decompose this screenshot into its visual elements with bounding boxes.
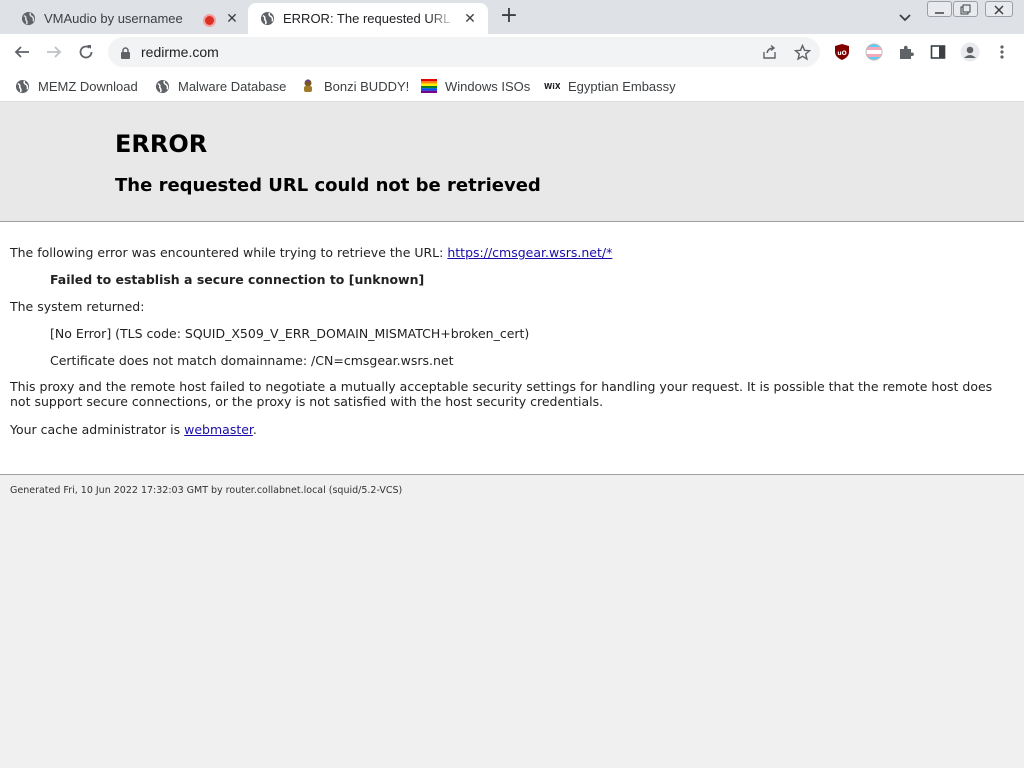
puzzle-icon[interactable] [896,42,916,62]
bookmark-windows-isos[interactable]: Windows ISOs [421,76,530,96]
forward-button[interactable] [42,40,66,64]
tab-error[interactable]: ERROR: The requested URL could not be re… [248,3,488,34]
rainbow-flag-icon [421,78,437,94]
svg-text:uO: uO [837,50,846,57]
error-header: ERROR The requested URL could not be ret… [0,102,1024,222]
generated-footer: Generated Fri, 10 Jun 2022 17:32:03 GMT … [10,485,403,496]
error-url-link[interactable]: https://cmsgear.wsrs.net/* [447,245,612,260]
bookmark-memz-download[interactable]: MEMZ Download [14,76,138,96]
wix-icon: WiX [544,78,560,94]
url-input[interactable] [141,42,741,62]
globe-icon [259,11,275,27]
intro-label: The following error was encountered whil… [10,245,444,260]
menu-icon[interactable] [992,42,1012,62]
forward-arrow-icon [47,46,62,58]
new-tab-button[interactable]: + [498,5,520,28]
page-content: ERROR The requested URL could not be ret… [0,102,1024,768]
ublock-icon[interactable]: uO [832,42,852,62]
explanation-text: This proxy and the remote host failed to… [10,379,993,409]
page-subtitle: The requested URL could not be retrieved [115,175,541,196]
webmaster-link[interactable]: webmaster [184,422,253,437]
intro-text: The following error was encountered whil… [10,245,612,260]
tab-vmaudio[interactable]: VMAudio by usernamee ✕ [0,3,247,34]
trans-flag-extension-icon[interactable] [864,42,884,62]
error-title: Failed to establish a secure connection … [50,272,425,287]
bookmark-label: Egyptian Embassy [568,78,676,94]
bookmark-label: MEMZ Download [38,78,138,94]
restore-button[interactable] [953,1,978,17]
certificate-message: Certificate does not match domainname: /… [50,353,454,368]
close-icon[interactable]: ✕ [462,10,478,26]
bookmark-bonzi-buddy[interactable]: Bonzi BUDDY! [300,76,409,96]
bookmark-malware-database[interactable]: Malware Database [154,76,286,96]
side-panel-icon[interactable] [928,42,948,62]
page-title: ERROR [115,130,208,158]
svg-text:WiX: WiX [544,82,560,91]
back-button[interactable] [10,40,34,64]
share-icon[interactable] [761,43,779,61]
bookmark-label: Windows ISOs [445,78,531,94]
bookmark-label: Malware Database [178,78,287,94]
chevron-down-icon[interactable] [896,8,914,26]
reload-button[interactable] [74,40,98,64]
minimize-button[interactable] [927,1,952,17]
address-bar[interactable] [108,37,820,67]
close-window-button[interactable] [985,1,1013,17]
tab-title: VMAudio by usernamee [44,11,183,26]
system-returned-label: The system returned: [10,299,145,314]
lock-icon[interactable] [120,45,131,64]
star-icon[interactable] [793,43,811,61]
globe-icon [154,78,170,94]
recording-icon [203,14,216,27]
tab-strip: VMAudio by usernamee ✕ ERROR: The reques… [0,0,1024,34]
toolbar: uO [0,34,1024,70]
admin-prefix: Your cache administrator is [10,422,181,437]
bookmark-label: Bonzi BUDDY! [324,78,410,94]
bookmark-egyptian-embassy[interactable]: WiX Egyptian Embassy [544,76,676,96]
bookmarks-bar: MEMZ Download Malware Database Bonzi BUD… [0,70,1024,102]
tab-title: ERROR: The requested URL could not be re… [283,11,455,26]
admin-line: Your cache administrator is webmaster. [10,422,257,437]
bonzi-icon [300,78,316,94]
error-body: The following error was encountered whil… [0,222,1024,475]
globe-icon [14,78,30,94]
globe-icon [20,11,36,27]
close-icon[interactable]: ✕ [224,10,240,26]
profile-avatar-icon[interactable] [960,42,980,62]
admin-suffix: . [252,422,257,437]
reload-icon [79,45,93,59]
tls-code-text: [No Error] (TLS code: SQUID_X509_V_ERR_D… [50,326,530,341]
browser-window: VMAudio by usernamee ✕ ERROR: The reques… [0,0,1024,768]
back-arrow-icon [14,46,29,58]
